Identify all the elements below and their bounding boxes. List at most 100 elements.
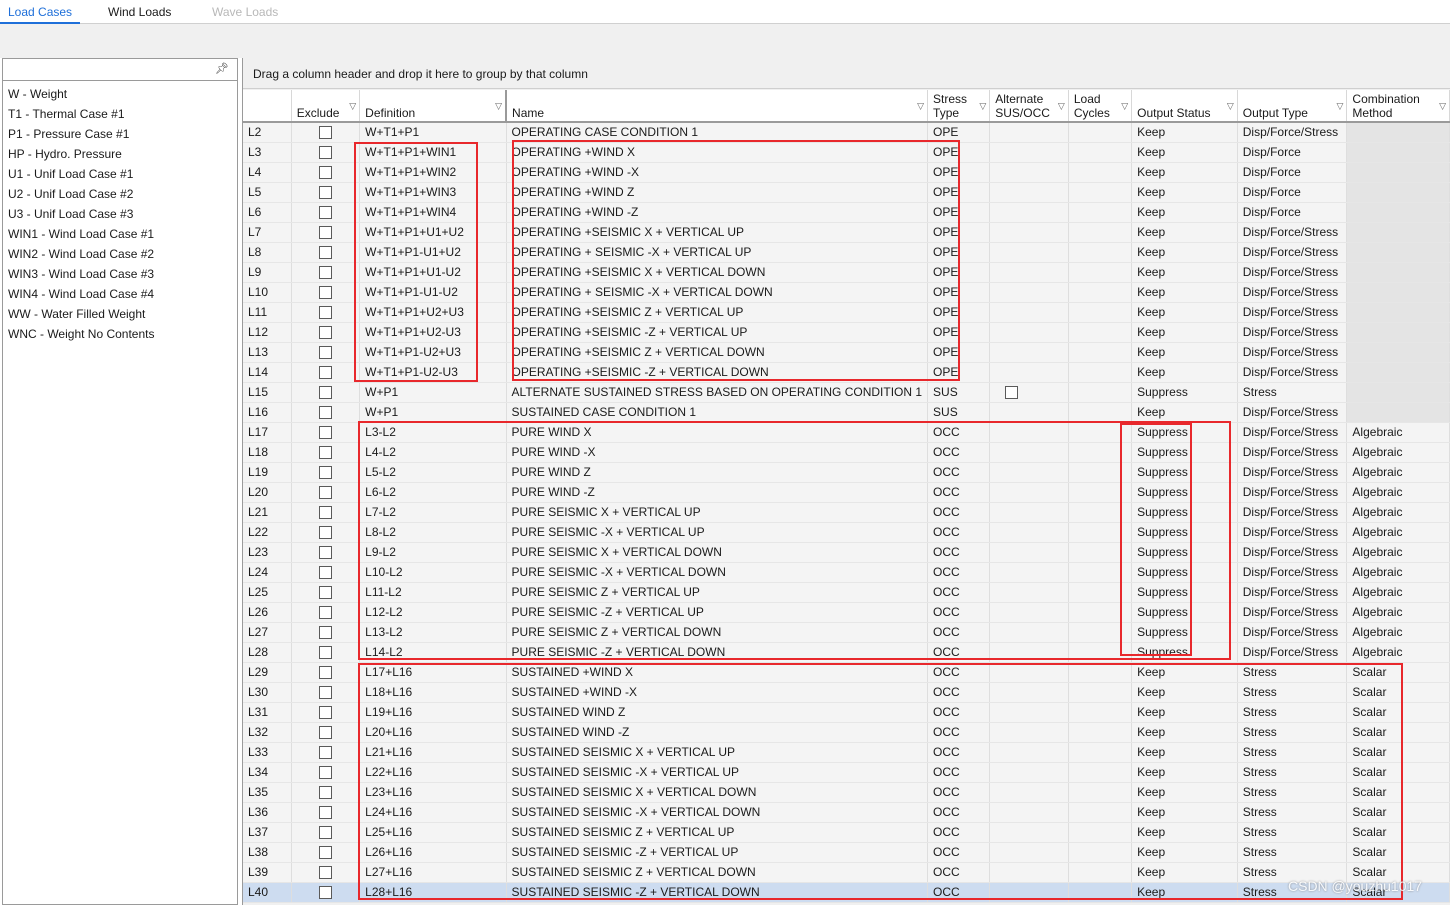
cell-name[interactable]: SUSTAINED WIND -Z	[506, 722, 929, 743]
cell-stress-type[interactable]: OCC	[927, 702, 991, 723]
cell-name[interactable]: PURE SEISMIC -X + VERTICAL UP	[506, 522, 929, 543]
cell-stress-type[interactable]: OCC	[927, 822, 991, 843]
table-row[interactable]: L13 W+T1+P1-U2+U3 OPERATING +SEISMIC Z + V…	[243, 342, 1450, 363]
filter-icon[interactable]: ▽	[349, 99, 356, 113]
cell-output-type[interactable]: Disp/Force/Stress	[1237, 342, 1348, 363]
cell-stress-type[interactable]: OCC	[927, 422, 991, 443]
cell-output-status[interactable]: Keep	[1131, 142, 1238, 163]
cell-definition[interactable]: L3-L2	[359, 422, 507, 443]
list-item[interactable]: WIN2 - Wind Load Case #2	[3, 244, 237, 264]
cell-output-status[interactable]: Keep	[1131, 402, 1238, 423]
exclude-checkbox[interactable]	[318, 126, 332, 140]
cell-output-type[interactable]: Stress	[1237, 782, 1348, 803]
cell-name[interactable]: PURE SEISMIC Z + VERTICAL DOWN	[506, 622, 929, 643]
cell-name[interactable]: PURE SEISMIC X + VERTICAL DOWN	[506, 542, 929, 563]
cell-combination-method[interactable]	[1346, 122, 1450, 143]
pin-icon[interactable]: 📌︎	[215, 62, 229, 75]
table-row[interactable]: L6 W+T1+P1+WIN4 OPERATING +WIND -Z OPE Keep D…	[243, 202, 1450, 223]
cell-combination-method[interactable]: Algebraic	[1346, 482, 1450, 503]
cell-name[interactable]: OPERATING +WIND Z	[506, 182, 929, 203]
cell-definition[interactable]: W+P1	[359, 402, 507, 423]
cell-output-status[interactable]: Keep	[1131, 862, 1238, 883]
cell-output-type[interactable]: Stress	[1237, 842, 1348, 863]
cell-output-type[interactable]: Disp/Force/Stress	[1237, 362, 1348, 383]
cell-stress-type[interactable]: OCC	[927, 802, 991, 823]
filter-icon[interactable]: ▽	[917, 99, 924, 113]
table-row[interactable]: L2 W+T1+P1 OPERATING CASE CONDITION 1 OPE Ke…	[243, 122, 1450, 143]
cell-output-type[interactable]: Disp/Force/Stress	[1237, 222, 1348, 243]
cell-combination-method[interactable]: Scalar	[1346, 782, 1450, 803]
cell-output-type[interactable]: Disp/Force/Stress	[1237, 242, 1348, 263]
cell-output-status[interactable]: Suppress	[1131, 502, 1238, 523]
list-item[interactable]: WIN3 - Wind Load Case #3	[3, 264, 237, 284]
cell-output-status[interactable]: Suppress	[1131, 562, 1238, 583]
cell-definition[interactable]: W+T1+P1-U1-U2	[359, 282, 507, 303]
cell-combination-method[interactable]: Algebraic	[1346, 642, 1450, 663]
cell-definition[interactable]: L23+L16	[359, 782, 507, 803]
filter-icon[interactable]: ▽	[1439, 99, 1446, 113]
cell-output-status[interactable]: Keep	[1131, 322, 1238, 343]
cell-output-status[interactable]: Keep	[1131, 722, 1238, 743]
cell-output-type[interactable]: Disp/Force/Stress	[1237, 522, 1348, 543]
cell-combination-method[interactable]: Algebraic	[1346, 442, 1450, 463]
cell-definition[interactable]: W+T1+P1+WIN4	[359, 202, 507, 223]
cell-combination-method[interactable]: Algebraic	[1346, 602, 1450, 623]
cell-definition[interactable]: W+T1+P1-U1+U2	[359, 242, 507, 263]
column-header-alt[interactable]: Alternate SUS/OCC ▽	[989, 90, 1069, 123]
cell-output-type[interactable]: Disp/Force/Stress	[1237, 462, 1348, 483]
cell-output-type[interactable]: Disp/Force/Stress	[1237, 482, 1348, 503]
cell-output-type[interactable]: Disp/Force/Stress	[1237, 122, 1348, 143]
cell-definition[interactable]: L28+L16	[359, 882, 507, 903]
list-item[interactable]: P1 - Pressure Case #1	[3, 124, 237, 144]
exclude-checkbox[interactable]	[318, 606, 332, 620]
cell-output-type[interactable]: Disp/Force/Stress	[1237, 302, 1348, 323]
exclude-checkbox[interactable]	[318, 566, 332, 580]
cell-name[interactable]: OPERATING +SEISMIC X + VERTICAL UP	[506, 222, 929, 243]
exclude-checkbox[interactable]	[318, 266, 332, 280]
table-row[interactable]: L11 W+T1+P1+U2+U3 OPERATING +SEISMIC Z + V…	[243, 302, 1450, 323]
cell-output-type[interactable]: Stress	[1237, 822, 1348, 843]
cell-output-status[interactable]: Keep	[1131, 342, 1238, 363]
cell-combination-method[interactable]: Algebraic	[1346, 422, 1450, 443]
cell-name[interactable]: SUSTAINED +WIND -X	[506, 682, 929, 703]
exclude-checkbox[interactable]	[318, 306, 332, 320]
filter-icon[interactable]: ▽	[495, 99, 502, 113]
table-row[interactable]: L22 L8-L2 PURE SEISMIC -X + VERTICAL UP OCC…	[243, 522, 1450, 543]
cell-stress-type[interactable]: OCC	[927, 482, 991, 503]
cell-name[interactable]: PURE SEISMIC Z + VERTICAL UP	[506, 582, 929, 603]
cell-combination-method[interactable]	[1346, 382, 1450, 403]
cell-combination-method[interactable]: Scalar	[1346, 742, 1450, 763]
cell-name[interactable]: SUSTAINED SEISMIC -X + VERTICAL UP	[506, 762, 929, 783]
cell-output-type[interactable]: Disp/Force/Stress	[1237, 602, 1348, 623]
cell-combination-method[interactable]	[1346, 402, 1450, 423]
cell-output-type[interactable]: Stress	[1237, 702, 1348, 723]
cell-definition[interactable]: L9-L2	[359, 542, 507, 563]
cell-stress-type[interactable]: OCC	[927, 622, 991, 643]
cell-output-status[interactable]: Suppress	[1131, 582, 1238, 603]
cell-definition[interactable]: W+T1+P1+WIN2	[359, 162, 507, 183]
exclude-checkbox[interactable]	[318, 766, 332, 780]
cell-name[interactable]: SUSTAINED SEISMIC -Z + VERTICAL UP	[506, 842, 929, 863]
cell-output-status[interactable]: Suppress	[1131, 462, 1238, 483]
cell-name[interactable]: OPERATING +SEISMIC Z + VERTICAL UP	[506, 302, 929, 323]
cell-name[interactable]: ALTERNATE SUSTAINED STRESS BASED ON OPER…	[506, 382, 929, 403]
filter-icon[interactable]: ▽	[979, 99, 986, 113]
exclude-checkbox[interactable]	[318, 666, 332, 680]
cell-definition[interactable]: W+T1+P1	[359, 122, 507, 143]
table-row[interactable]: L21 L7-L2 PURE SEISMIC X + VERTICAL UP OCC S…	[243, 502, 1450, 523]
cell-output-type[interactable]: Disp/Force/Stress	[1237, 422, 1348, 443]
cell-definition[interactable]: W+T1+P1+U1+U2	[359, 222, 507, 243]
exclude-checkbox[interactable]	[318, 186, 332, 200]
table-row[interactable]: L24 L10-L2 PURE SEISMIC -X + VERTICAL DOWN…	[243, 562, 1450, 583]
cell-combination-method[interactable]: Scalar	[1346, 802, 1450, 823]
table-row[interactable]: L30 L18+L16 SUSTAINED +WIND -X OCC Keep Stres…	[243, 682, 1450, 703]
cell-name[interactable]: OPERATING +SEISMIC Z + VERTICAL DOWN	[506, 342, 929, 363]
cell-stress-type[interactable]: OCC	[927, 562, 991, 583]
table-row[interactable]: L5 W+T1+P1+WIN3 OPERATING +WIND Z OPE Keep Di…	[243, 182, 1450, 203]
cell-output-type[interactable]: Disp/Force/Stress	[1237, 442, 1348, 463]
column-header-exclude[interactable]: Exclude ▽	[291, 90, 361, 123]
exclude-checkbox[interactable]	[318, 686, 332, 700]
cell-stress-type[interactable]: OCC	[927, 462, 991, 483]
cell-name[interactable]: SUSTAINED +WIND X	[506, 662, 929, 683]
cell-stress-type[interactable]: OPE	[927, 302, 991, 323]
